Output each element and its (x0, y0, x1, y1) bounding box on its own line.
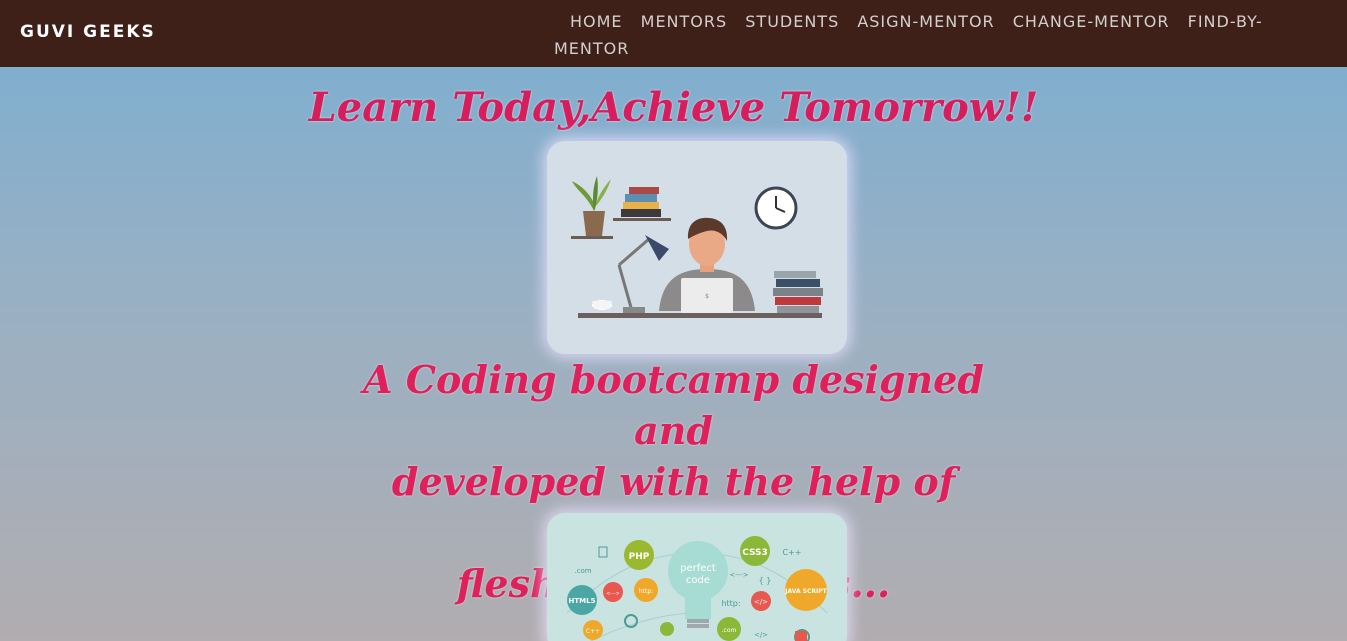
coding-languages-illustration: perfect code PHP CSS3 C++ HTML5 JAVA SCR… (547, 513, 847, 641)
svg-text:$: $ (705, 293, 709, 300)
badge-http-1: http: (639, 588, 653, 595)
search-badge-icon (660, 622, 674, 636)
badge-html5: HTML5 (569, 597, 596, 605)
nav-link-find-by-mentor-part2: MENTOR (554, 39, 630, 58)
nav-link-home[interactable]: HOME (570, 12, 623, 31)
nav-link-asign-mentor[interactable]: ASIGN-MENTOR (857, 12, 994, 31)
bulb-label-code: code (686, 575, 710, 586)
perfect-code-image: perfect code PHP CSS3 C++ HTML5 JAVA SCR… (547, 513, 847, 641)
label-code-tag-2: </> (754, 631, 768, 639)
badge-php: PHP (629, 552, 650, 562)
badge-javascript: JAVA SCRIPT (784, 588, 827, 595)
hero-description-line: A Coding bootcamp designed and (363, 357, 984, 453)
nav-link-find-by-mentor-part1: FIND-BY- (1187, 12, 1263, 31)
nav-link-students[interactable]: STUDENTS (745, 12, 839, 31)
label-arrow-2: <---> (729, 571, 748, 579)
badge-css3: CSS3 (742, 548, 768, 558)
badge-code-tag-1: </> (754, 598, 768, 606)
label-cpp-top: C++ (783, 548, 802, 557)
label-http-2: http: (721, 599, 740, 608)
nav-link-change-mentor[interactable]: CHANGE-MENTOR (1013, 12, 1170, 31)
badge-arrow-1: <---> (606, 591, 620, 597)
nav-link-mentors[interactable]: MENTORS (641, 12, 728, 31)
label-com-1: .com (574, 567, 591, 575)
top-navbar: GUVI GEEKS HOME MENTORS STUDENTS ASIGN-M… (0, 0, 1347, 67)
developer-illustration: $ (547, 141, 847, 354)
badge-cpp-bottom: C++ (586, 628, 600, 635)
nav-links: HOME MENTORS STUDENTS ASIGN-MENTOR CHANG… (554, 8, 1282, 62)
label-braces: { } (759, 576, 772, 585)
developer-at-desk-image: $ (547, 141, 847, 354)
badge-com-2: .com (722, 627, 737, 634)
hero-tagline: Learn Today,Achieve Tomorrow!! (308, 84, 1039, 131)
mail-icon (795, 631, 807, 641)
brand-logo[interactable]: GUVI GEEKS (20, 22, 156, 42)
bulb-label-perfect: perfect (680, 563, 716, 574)
